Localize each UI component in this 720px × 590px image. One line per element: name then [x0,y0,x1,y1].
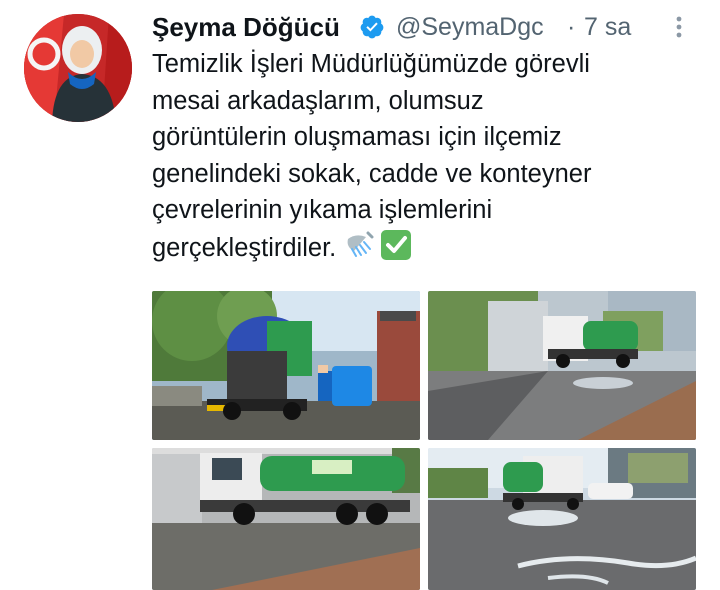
shower-icon [342,229,374,272]
more-options-icon[interactable] [672,12,686,42]
tweet-line: mesai arkadaşlarım, olumsuz [152,86,484,115]
tweet-photo-1[interactable] [152,291,420,440]
tweet-header: Şeyma Döğücü @SeymaDgc · 7 sa [152,8,702,44]
tweet-timestamp[interactable]: 7 sa [584,13,631,42]
tweet-text: Temizlik İşleri Müdürlüğümüzde görevli m… [152,46,704,271]
tweet-line: çevrelerinin yıkama işlemlerini [152,196,493,224]
separator-dot: · [567,13,576,41]
display-name[interactable]: Şeyma Döğücü [152,12,340,43]
user-handle[interactable]: @SeymaDgc [396,13,544,42]
check-mark-button-icon [380,229,412,272]
tweet-last-line: gerçekleştirdiler. [152,229,704,272]
tweet-line: genelindeki sokak, cadde ve konteyner [152,159,592,188]
tweet-line: gerçekleştirdiler. [152,233,337,262]
media-grid [152,291,696,590]
tweet-photo-4[interactable] [428,448,696,590]
avatar[interactable] [24,14,132,122]
tweet-line: görüntülerin oluşmaması için ilçemiz [152,123,562,151]
tweet-line: Temizlik İşleri Müdürlüğümüzde görevli [152,50,590,78]
tweet-photo-3[interactable] [152,448,420,590]
verified-badge-icon [359,14,385,40]
tweet-photo-2[interactable] [428,291,696,440]
